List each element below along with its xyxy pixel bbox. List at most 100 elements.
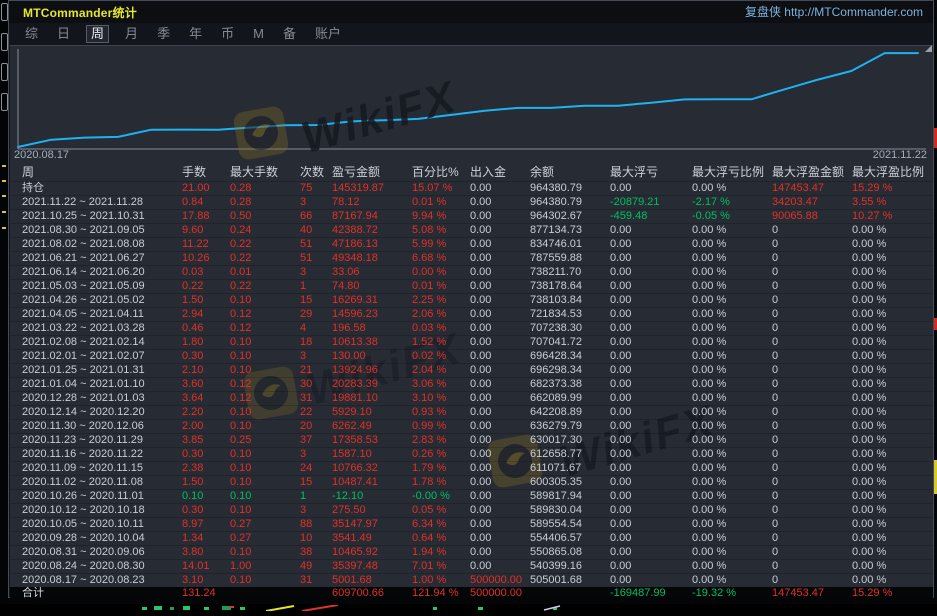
table-cell: 0.30 [182, 503, 230, 517]
table-header: 周手数最大手数次数盈亏金额百分比%出入金余额最大浮亏最大浮亏比例最大浮盈金额最大… [10, 163, 933, 181]
table-cell: -12.10 [332, 489, 412, 503]
table-row[interactable]: 2021.02.08 ~ 2021.02.141.800.101810613.3… [10, 335, 933, 349]
table-row[interactable]: 2020.09.28 ~ 2020.10.041.340.27103541.49… [10, 531, 933, 545]
tab-1[interactable]: 综 [22, 26, 41, 42]
table-cell: 0.10 [230, 293, 300, 307]
table-cell: 0.10 [182, 489, 230, 503]
table-cell: 1.80 [182, 335, 230, 349]
table-cell: 0.00 % [852, 531, 933, 545]
table-row[interactable]: 2021.06.21 ~ 2021.06.2710.260.225149348.… [10, 251, 933, 265]
table-row[interactable]: 2020.11.02 ~ 2020.11.081.500.101510487.4… [10, 475, 933, 489]
table-row[interactable]: 2021.04.05 ~ 2021.04.112.940.122914596.2… [10, 307, 933, 321]
table-cell: 0.00 % [692, 377, 772, 391]
table-row[interactable]: 2021.06.14 ~ 2021.06.200.030.01333.060.0… [10, 265, 933, 279]
table-cell: 147453.47 [772, 181, 852, 195]
table-cell: 0.00 % [852, 223, 933, 237]
tab-3[interactable]: 周 [86, 25, 109, 43]
tab-8[interactable]: M [250, 26, 267, 42]
table-cell: 0.00 % [852, 363, 933, 377]
table-row[interactable]: 2021.03.22 ~ 2021.03.280.460.124196.580.… [10, 321, 933, 335]
equity-chart: 2020.08.17 2021.11.22 [10, 45, 933, 163]
table-row[interactable]: 2021.05.03 ~ 2021.05.090.220.22174.800.0… [10, 279, 933, 293]
header-cell[interactable]: 最大浮亏 [610, 163, 692, 181]
tab-6[interactable]: 年 [186, 26, 205, 42]
table-cell: 0.00 % [412, 265, 470, 279]
tab-5[interactable]: 季 [154, 26, 173, 42]
table-row[interactable]: 2021.08.30 ~ 2021.09.059.600.244042388.7… [10, 223, 933, 237]
table-row[interactable]: 2020.10.12 ~ 2020.10.180.300.103275.500.… [10, 503, 933, 517]
table-cell: 0.27 [230, 531, 300, 545]
table-cell: 0.00 % [852, 265, 933, 279]
table-row[interactable]: 2020.08.31 ~ 2020.09.063.800.103810465.9… [10, 545, 933, 559]
table-row[interactable]: 2020.08.24 ~ 2020.08.3014.011.004935397.… [10, 559, 933, 573]
table-row[interactable]: 2020.11.09 ~ 2020.11.152.380.102410766.3… [10, 461, 933, 475]
table-row[interactable]: 2020.12.28 ~ 2021.01.033.640.123119881.1… [10, 391, 933, 405]
table-row[interactable]: 2020.12.14 ~ 2020.12.202.200.10225929.10… [10, 405, 933, 419]
table-cell: 1.50 [182, 475, 230, 489]
table-cell: 0 [772, 433, 852, 447]
tab-7[interactable]: 币 [218, 26, 237, 42]
header-cell[interactable]: 最大浮盈金额 [772, 163, 852, 181]
table-row[interactable]: 2020.08.17 ~ 2020.08.233.100.10315001.68… [10, 573, 933, 587]
table-row[interactable]: 2020.11.23 ~ 2020.11.293.850.253717358.5… [10, 433, 933, 447]
header-cell[interactable]: 周 [22, 163, 182, 181]
background-fragment [2, 165, 6, 167]
table-cell: 0.00 [470, 447, 530, 461]
table-cell: 0.10 [230, 489, 300, 503]
table-row[interactable]: 2020.11.16 ~ 2020.11.220.300.1031587.100… [10, 447, 933, 461]
table-row[interactable]: 2020.10.26 ~ 2020.11.010.100.101-12.10-0… [10, 489, 933, 503]
header-cell[interactable]: 次数 [300, 163, 332, 181]
table-cell: 0.00 % [692, 447, 772, 461]
table-cell: 2.25 % [412, 293, 470, 307]
table-row[interactable]: 2021.04.26 ~ 2021.05.021.500.101516269.3… [10, 293, 933, 307]
table-row[interactable]: 2021.10.25 ~ 2021.10.3117.880.506687167.… [10, 209, 933, 223]
header-cell[interactable]: 手数 [182, 163, 230, 181]
table-cell: 0.00 % [692, 433, 772, 447]
tab-2[interactable]: 日 [54, 26, 73, 42]
table-cell: 66 [300, 209, 332, 223]
table-cell: 0.00 [610, 503, 692, 517]
header-cell[interactable]: 百分比% [412, 163, 470, 181]
header-cell[interactable]: 余额 [530, 163, 610, 181]
table-cell: 2021.08.02 ~ 2021.08.08 [22, 237, 182, 251]
table-row[interactable]: 2021.11.22 ~ 2021.11.280.840.28378.120.0… [10, 195, 933, 209]
table-total-row[interactable]: 合计131.24609700.66121.94 %500000.00-16948… [10, 587, 933, 598]
table-row[interactable]: 2021.01.04 ~ 2021.01.103.600.123020283.3… [10, 377, 933, 391]
background-fragment [2, 195, 6, 197]
background-fragment [2, 180, 6, 182]
tab-9[interactable]: 备 [280, 26, 299, 42]
header-cell[interactable]: 最大手数 [230, 163, 300, 181]
table-cell: 1.78 % [412, 475, 470, 489]
table-cell: 0.27 [230, 517, 300, 531]
table-cell: 0.00 [610, 517, 692, 531]
resize-grip-icon[interactable] [925, 45, 932, 52]
table-cell: 0.00 [610, 377, 692, 391]
table-row[interactable]: 2021.02.01 ~ 2021.02.070.300.103130.000.… [10, 349, 933, 363]
table-cell: 21 [300, 363, 332, 377]
table-cell: 2020.10.05 ~ 2020.10.11 [22, 517, 182, 531]
table-cell: 787559.88 [530, 251, 610, 265]
table-row[interactable]: 2020.11.30 ~ 2020.12.062.000.10206262.49… [10, 419, 933, 433]
table-cell: 0.10 [230, 405, 300, 419]
table-cell: 0.22 [182, 279, 230, 293]
table-cell: 682373.38 [530, 377, 610, 391]
header-cell[interactable]: 最大浮盈比例 [852, 163, 933, 181]
table-cell: 2021.11.22 ~ 2021.11.28 [22, 195, 182, 209]
tab-4[interactable]: 月 [122, 26, 141, 42]
table-cell: 3 [300, 265, 332, 279]
header-cell[interactable]: 盈亏金额 [332, 163, 412, 181]
tab-10[interactable]: 账户 [312, 26, 344, 42]
header-cell[interactable]: 最大浮亏比例 [692, 163, 772, 181]
site-link[interactable]: 复盘侠 http://MTCommander.com [745, 1, 923, 23]
table-cell: 2.38 [182, 461, 230, 475]
table-row[interactable]: 2020.10.05 ~ 2020.10.118.970.278835147.9… [10, 517, 933, 531]
table-cell: 0 [772, 475, 852, 489]
table-cell: 30 [300, 377, 332, 391]
table-row[interactable]: 2021.01.25 ~ 2021.01.312.100.102113924.9… [10, 363, 933, 377]
table-cell: 721834.53 [530, 307, 610, 321]
table-cell: 15.29 % [852, 587, 933, 598]
table-row[interactable]: 持仓21.000.2875145319.8715.07 %0.00964380.… [10, 181, 933, 195]
table-row[interactable]: 2021.08.02 ~ 2021.08.0811.220.225147186.… [10, 237, 933, 251]
header-cell[interactable]: 出入金 [470, 163, 530, 181]
table-cell: 87167.94 [332, 209, 412, 223]
